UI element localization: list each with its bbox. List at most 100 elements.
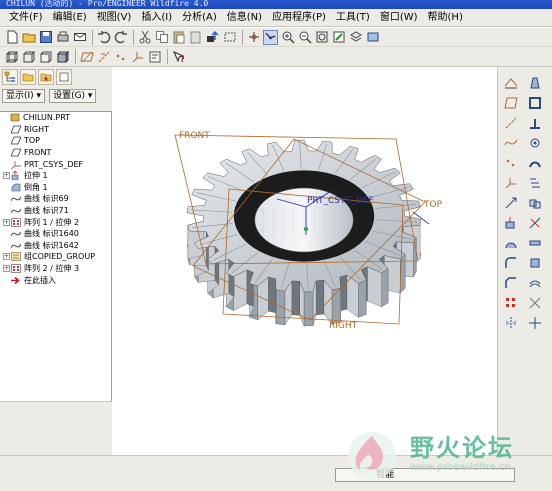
- zoom-out-icon[interactable]: [297, 30, 312, 45]
- datum-label-top[interactable]: TOP: [423, 200, 443, 210]
- shell-icon[interactable]: [527, 95, 543, 111]
- select-box-icon[interactable]: [222, 30, 237, 45]
- new-icon[interactable]: [4, 30, 19, 45]
- no-hidden-icon[interactable]: [38, 49, 53, 64]
- tree-item[interactable]: FRONT: [0, 147, 111, 159]
- wireframe-icon[interactable]: [4, 49, 19, 64]
- datum-point-icon[interactable]: [503, 155, 519, 171]
- menu-applications[interactable]: 应用程序(P): [267, 10, 331, 26]
- paste-icon[interactable]: [171, 30, 186, 45]
- revolve-icon[interactable]: [503, 235, 519, 251]
- folder-browser-tab-icon[interactable]: [20, 69, 36, 85]
- pattern-icon[interactable]: [503, 295, 519, 311]
- saved-views-icon[interactable]: [365, 30, 380, 45]
- tree-item[interactable]: + 拉伸 1: [0, 170, 111, 182]
- solidify-icon[interactable]: [527, 255, 543, 271]
- repaint-icon[interactable]: [331, 30, 346, 45]
- tree-item[interactable]: 曲线 标识71: [0, 205, 111, 217]
- project-icon[interactable]: [527, 295, 543, 311]
- tree-item[interactable]: 曲线 标识1642: [0, 240, 111, 252]
- shading-icon[interactable]: [55, 49, 70, 64]
- datum-axis-icon[interactable]: [503, 75, 519, 91]
- redo-icon[interactable]: [113, 30, 128, 45]
- tree-item[interactable]: RIGHT: [0, 124, 111, 136]
- orient-icon[interactable]: [263, 29, 278, 45]
- hole-icon[interactable]: [527, 135, 543, 151]
- draft-icon[interactable]: [527, 75, 543, 91]
- tree-expander[interactable]: +: [3, 218, 10, 226]
- email-icon[interactable]: [72, 30, 87, 45]
- show-dropdown[interactable]: 显示(I) ▾: [2, 89, 46, 103]
- zoom-in-icon[interactable]: [280, 30, 295, 45]
- undo-icon[interactable]: [96, 30, 111, 45]
- refit-icon[interactable]: [314, 30, 329, 45]
- tree-expander[interactable]: +: [3, 265, 10, 273]
- tree-item[interactable]: 在此插入: [0, 274, 111, 286]
- tree-item[interactable]: 曲线 标识69: [0, 193, 111, 205]
- favorites-tab-icon[interactable]: [38, 69, 54, 85]
- spin-center-icon[interactable]: [246, 30, 261, 45]
- menu-edit[interactable]: 编辑(E): [48, 10, 92, 26]
- menu-tools[interactable]: 工具(T): [331, 10, 375, 26]
- tree-item[interactable]: + 组COPIED_GROUP: [0, 251, 111, 263]
- intersect-icon[interactable]: [527, 315, 543, 331]
- tree-item[interactable]: + 阵列 1 / 拉伸 2: [0, 216, 111, 228]
- datum-label-csys[interactable]: PRT_CSYS_DEF: [307, 196, 374, 206]
- model-tree-tab-icon[interactable]: [2, 69, 18, 85]
- gear-solid[interactable]: [186, 139, 422, 327]
- datum-axis-line-icon[interactable]: [503, 115, 519, 131]
- datum-label-front[interactable]: FRONT: [179, 131, 210, 141]
- offset-icon[interactable]: [527, 275, 543, 291]
- selection-filter[interactable]: 智能: [335, 468, 515, 482]
- connections-tab-icon[interactable]: [56, 69, 72, 85]
- point-display-icon[interactable]: [113, 49, 128, 64]
- save-icon[interactable]: [38, 30, 53, 45]
- datum-label-right[interactable]: RIGHT: [329, 321, 358, 331]
- menu-window[interactable]: 窗口(W): [375, 10, 423, 26]
- cut-icon[interactable]: [137, 30, 152, 45]
- annotation-display-icon[interactable]: [147, 49, 162, 64]
- menu-analysis[interactable]: 分析(A): [177, 10, 222, 26]
- tree-item[interactable]: 倒角 1: [0, 182, 111, 194]
- menu-view[interactable]: 视图(V): [92, 10, 137, 26]
- tree-item[interactable]: PRT_CSYS_DEF: [0, 158, 111, 170]
- tree-item[interactable]: TOP: [0, 135, 111, 147]
- chamfer-icon[interactable]: [503, 275, 519, 291]
- settings-dropdown[interactable]: 设置(G) ▾: [49, 89, 97, 103]
- plane-display-icon[interactable]: [79, 49, 94, 64]
- paste-special-icon[interactable]: [188, 30, 203, 45]
- datum-csys-icon[interactable]: [503, 175, 519, 191]
- tree-expander[interactable]: +: [3, 253, 10, 261]
- datum-plane-icon[interactable]: [503, 95, 519, 111]
- trim-icon[interactable]: [527, 215, 543, 231]
- menu-info[interactable]: 信息(N): [222, 10, 267, 26]
- axis-display-icon[interactable]: [96, 49, 111, 64]
- tree-item[interactable]: CHILUN.PRT: [0, 112, 111, 124]
- context-help-icon[interactable]: ?: [171, 49, 186, 64]
- tree-expander[interactable]: +: [3, 172, 10, 180]
- gear-model-view[interactable]: FRONT TOP RIGHT PRT_CSYS_DEF: [113, 67, 497, 455]
- rib-icon[interactable]: [527, 115, 543, 131]
- sweep-icon[interactable]: [527, 155, 543, 171]
- sketch-icon[interactable]: [503, 195, 519, 211]
- menu-insert[interactable]: 插入(I): [136, 10, 177, 26]
- menu-file[interactable]: 文件(F): [4, 10, 48, 26]
- round-icon[interactable]: [503, 255, 519, 271]
- copy-icon[interactable]: [154, 30, 169, 45]
- blend-icon[interactable]: [527, 175, 543, 191]
- print-icon[interactable]: [55, 30, 70, 45]
- mirror-icon[interactable]: [503, 315, 519, 331]
- graphics-window[interactable]: FRONT TOP RIGHT PRT_CSYS_DEF: [113, 67, 497, 455]
- tree-item[interactable]: 曲线 标识1640: [0, 228, 111, 240]
- layers-icon[interactable]: [348, 30, 363, 45]
- merge-icon[interactable]: [527, 195, 543, 211]
- extrude-icon[interactable]: [503, 215, 519, 231]
- menu-help[interactable]: 帮助(H): [423, 10, 468, 26]
- regenerate-icon[interactable]: [205, 30, 220, 45]
- open-icon[interactable]: [21, 30, 36, 45]
- hidden-line-icon[interactable]: [21, 49, 36, 64]
- tree-item[interactable]: + 阵列 2 / 拉伸 3: [0, 263, 111, 275]
- thicken-icon[interactable]: [527, 235, 543, 251]
- csys-display-icon[interactable]: [130, 49, 145, 64]
- datum-curve-icon[interactable]: [503, 135, 519, 151]
